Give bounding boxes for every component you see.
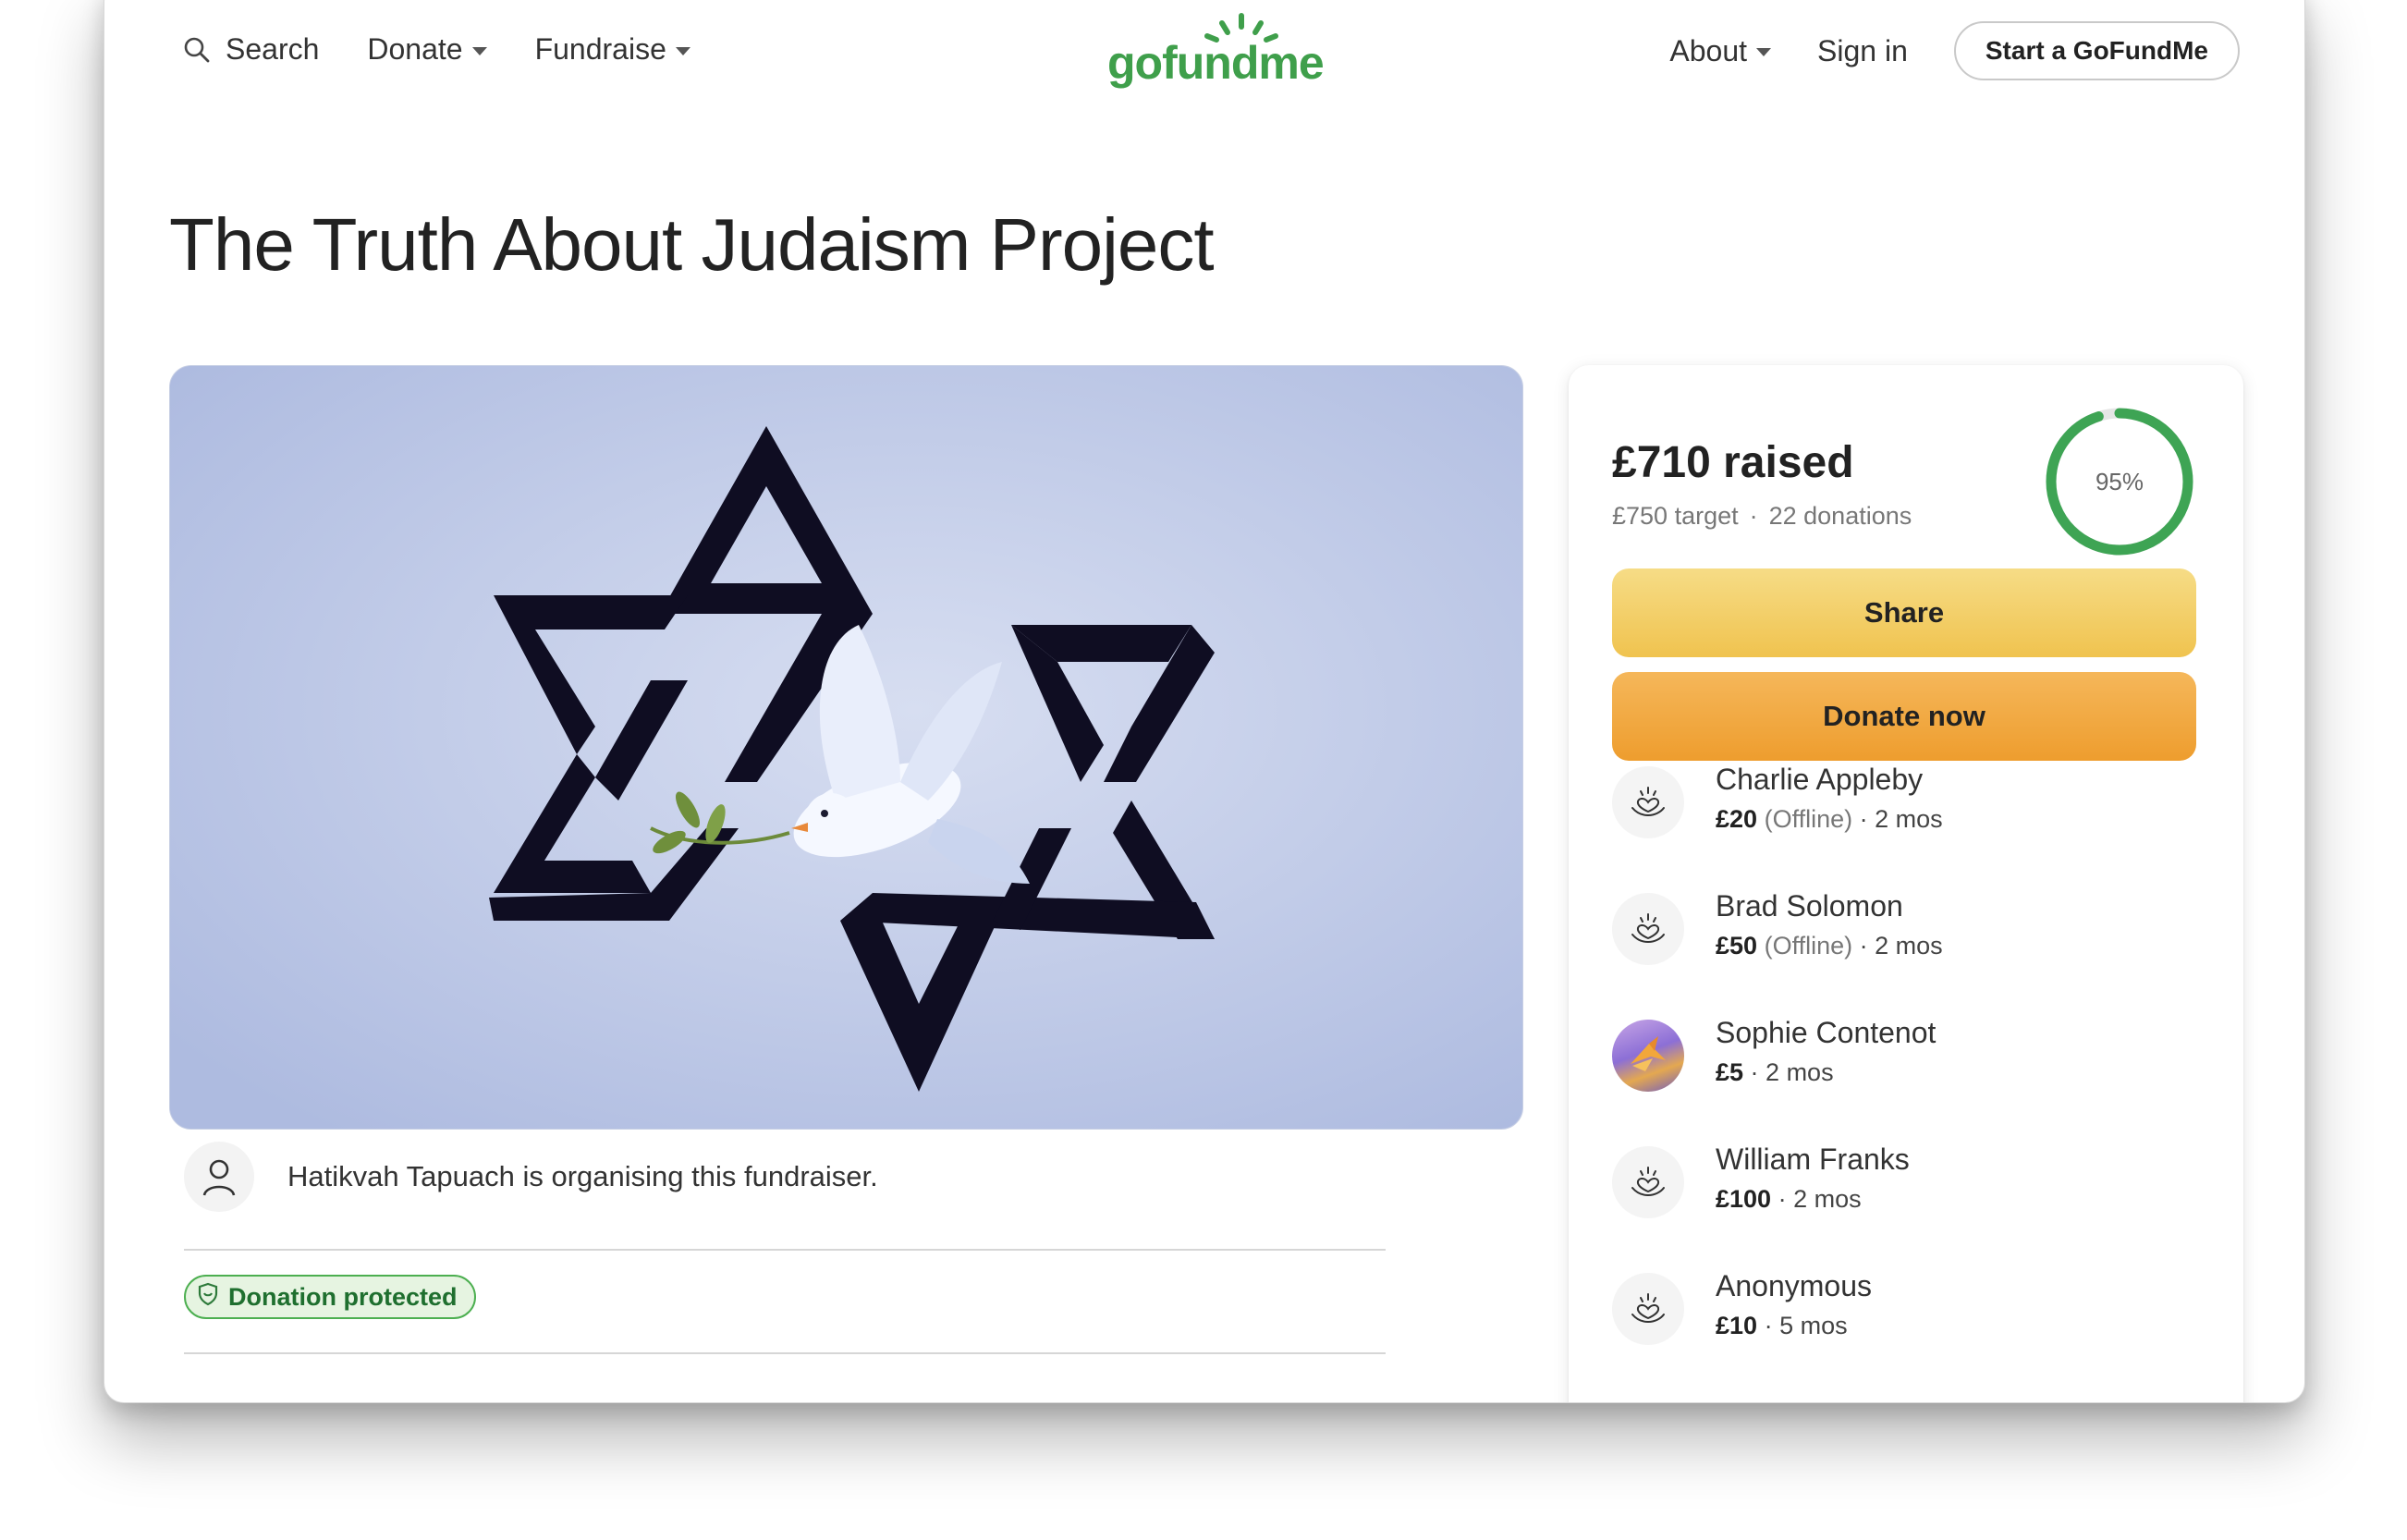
donor-time: 2 mos xyxy=(1793,1185,1862,1213)
donor-name: Brad Solomon xyxy=(1716,889,1903,923)
chevron-down-icon xyxy=(1756,48,1772,56)
search-label: Search xyxy=(226,32,320,66)
about-menu[interactable]: About xyxy=(1669,33,1772,68)
donor-avatar xyxy=(1612,1020,1684,1092)
fundraise-menu[interactable]: Fundraise xyxy=(535,32,690,67)
fundraise-menu-label: Fundraise xyxy=(534,32,666,66)
organiser-text: Hatikvah Tapuach is organising this fund… xyxy=(287,1160,878,1192)
donate-menu[interactable]: Donate xyxy=(367,32,487,67)
shield-icon xyxy=(197,1282,219,1313)
donor-amount: £10 xyxy=(1716,1312,1758,1339)
sign-in-link[interactable]: Sign in xyxy=(1817,34,1908,68)
donor-row: Brad Solomon £50 (Offline) · 2 mos xyxy=(1612,889,2196,982)
target-amount: £750 target xyxy=(1612,502,1739,530)
donation-heart-icon xyxy=(1612,1273,1684,1345)
donation-heart-icon xyxy=(1612,893,1684,965)
donor-amount: £100 xyxy=(1716,1185,1772,1213)
logo-text: gofundme xyxy=(1107,37,1325,89)
donor-amount: £50 xyxy=(1716,932,1758,959)
donation-summary-card: £710 raised £750 target · 22 donations 95%… xyxy=(1569,365,2243,1402)
divider xyxy=(184,1352,1386,1354)
star-of-david-dove-illustration xyxy=(170,366,1522,1129)
donor-amount-line: £10 · 5 mos xyxy=(1716,1312,1848,1339)
user-icon xyxy=(184,1142,254,1212)
donor-row: Sophie Contenot £5 · 2 mos xyxy=(1612,1016,2196,1108)
donor-amount-line: £100 · 2 mos xyxy=(1716,1185,1862,1213)
donation-heart-icon xyxy=(1612,1146,1684,1218)
donor-amount-line: £20 (Offline) · 2 mos xyxy=(1716,805,1943,833)
donor-amount: £5 xyxy=(1716,1058,1744,1086)
chevron-down-icon xyxy=(471,46,487,55)
organiser-row: Hatikvah Tapuach is organising this fund… xyxy=(184,1142,878,1212)
donor-amount-line: £5 · 2 mos xyxy=(1716,1058,1834,1086)
donor-name: William Franks xyxy=(1716,1143,1910,1176)
donor-row: William Franks £100 · 2 mos xyxy=(1612,1143,2196,1235)
donor-time: 5 mos xyxy=(1779,1312,1848,1339)
badge-label: Donation protected xyxy=(228,1282,458,1311)
donate-menu-label: Donate xyxy=(367,32,463,66)
search-icon xyxy=(183,36,211,64)
donor-row: Anonymous £10 · 5 mos xyxy=(1612,1269,2196,1362)
share-button[interactable]: Share xyxy=(1612,568,2196,657)
about-menu-label: About xyxy=(1669,33,1748,67)
target-meta: £750 target · 22 donations xyxy=(1612,502,1912,530)
donation-count: 22 donations xyxy=(1768,502,1912,530)
donor-row: Charlie Appleby £20 (Offline) · 2 mos xyxy=(1612,763,2196,855)
page-title: The Truth About Judaism Project xyxy=(169,203,1215,286)
divider xyxy=(184,1249,1386,1251)
amount-raised: £710 raised xyxy=(1612,438,1854,487)
donor-time: 2 mos xyxy=(1766,1058,1834,1086)
start-gofundme-button[interactable]: Start a GoFundMe xyxy=(1953,21,2240,80)
donate-now-button[interactable]: Donate now xyxy=(1612,672,2196,761)
donation-protected-badge[interactable]: Donation protected xyxy=(184,1275,476,1319)
chevron-down-icon xyxy=(675,46,690,55)
progress-percent: 95% xyxy=(2095,467,2144,495)
donor-name: Anonymous xyxy=(1716,1269,1872,1302)
search-link[interactable]: Search xyxy=(183,32,319,67)
gofundme-logo[interactable]: gofundme xyxy=(1107,12,1329,95)
fundraiser-cover-image[interactable] xyxy=(169,365,1523,1130)
donor-time: 2 mos xyxy=(1875,805,1943,833)
donor-name: Sophie Contenot xyxy=(1716,1016,1937,1049)
sign-in-label: Sign in xyxy=(1817,33,1908,67)
top-nav: Search Donate Fundraise gofundme About S… xyxy=(104,1,2304,104)
donor-amount: £20 xyxy=(1716,805,1758,833)
donation-heart-icon xyxy=(1612,766,1684,838)
browser-window: Search Donate Fundraise gofundme About S… xyxy=(104,0,2305,1403)
donor-note: (Offline) xyxy=(1764,805,1853,833)
donor-name: Charlie Appleby xyxy=(1716,763,1924,796)
donor-amount-line: £50 (Offline) · 2 mos xyxy=(1716,932,1943,959)
donor-time: 2 mos xyxy=(1875,932,1943,959)
donor-note: (Offline) xyxy=(1764,932,1853,959)
